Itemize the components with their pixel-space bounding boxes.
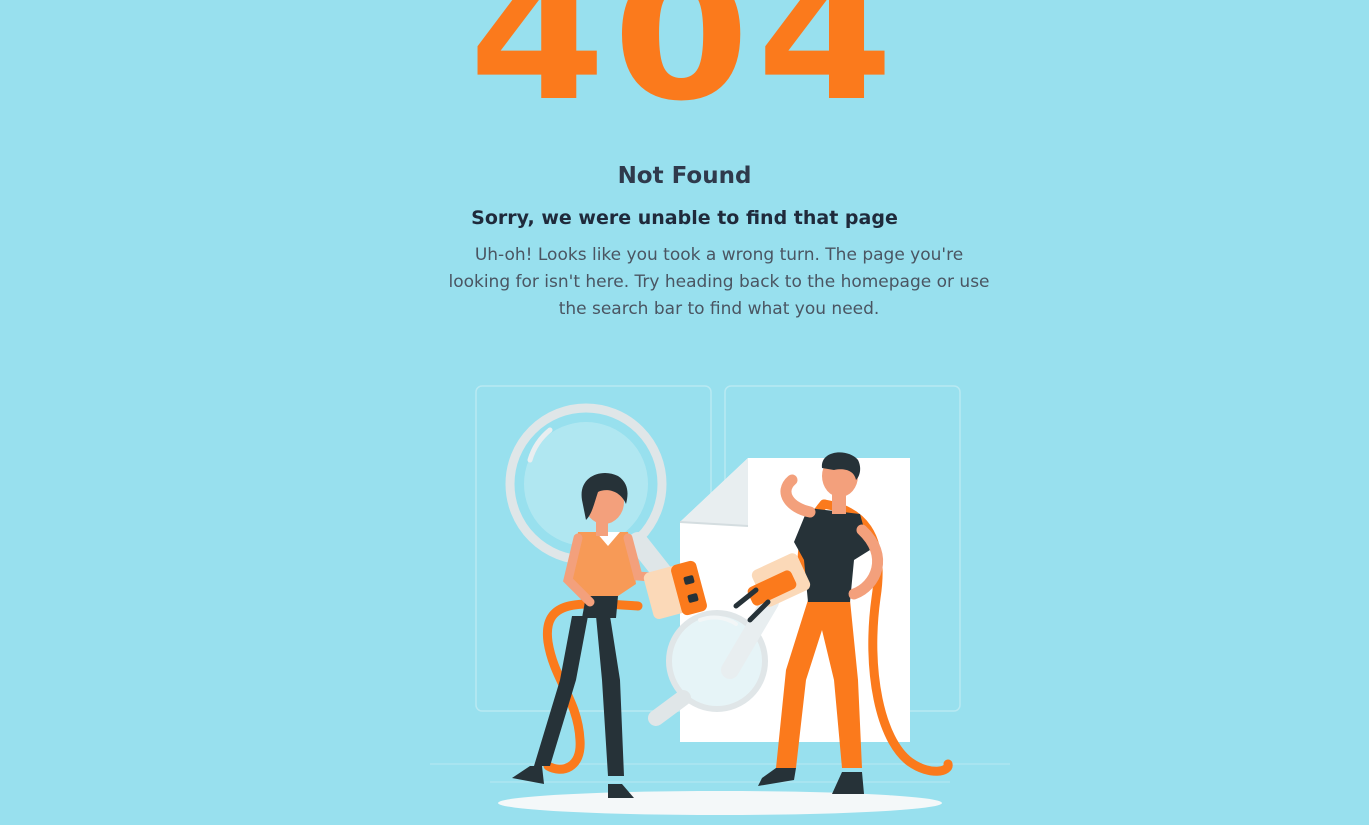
error-status: Not Found [617,163,752,189]
error-code: 404 [468,0,901,140]
people-with-unplugged-cable-illustration [430,385,1010,815]
error-page: 404 Not Found Sorry, we were unable to f… [0,0,1369,825]
error-message: Uh-oh! Looks like you took a wrong turn.… [448,245,990,319]
error-heading: Sorry, we were unable to find that page [471,207,898,229]
floor-shadow [498,791,942,815]
